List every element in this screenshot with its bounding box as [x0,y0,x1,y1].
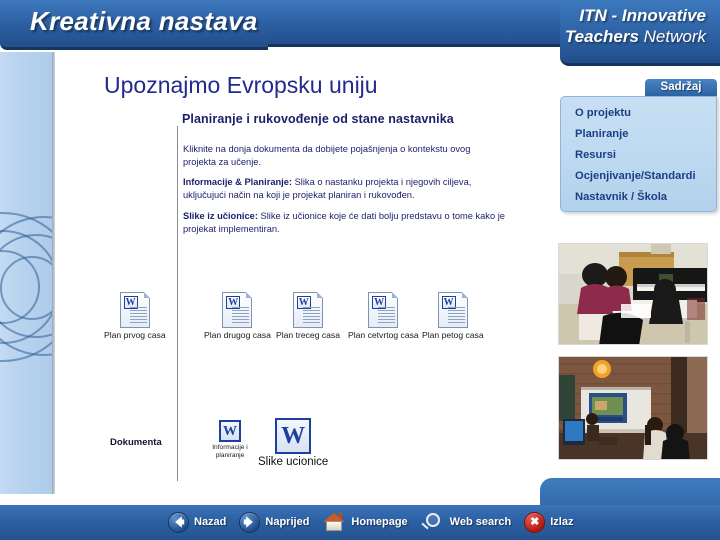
word-document-icon: W [293,292,323,328]
nav-label: Homepage [351,516,408,528]
paragraph-3-lead: Slike iz učionice: [183,211,258,221]
nav-naprijed[interactable]: Naprijed [239,511,317,533]
arrow-right-icon [239,511,261,533]
lesson-plan-document-5[interactable]: W Plan petog casa [422,292,484,340]
paragraph-2-lead: Informacije & Planiranje: [183,177,293,187]
itn-logo: ITN - Innovative Teachers Network [565,6,706,47]
lesson-plan-document-2[interactable]: W Plan drugog casa [204,292,271,340]
lesson-plan-document-1[interactable]: W Plan prvog casa [104,292,166,340]
page-subtitle: Planiranje i rukovođenje od stane nastav… [182,112,454,126]
sidebar-item-3[interactable]: Resursi [575,145,716,166]
document-slike-ucionice[interactable]: W Slike ucionice [258,418,328,468]
paragraph-intro: Kliknite na donja dokumenta da dobijete … [183,144,471,168]
sidebar-item-1[interactable]: O projektu [575,103,716,124]
photo-classroom-projector [558,356,708,460]
brand-title: Kreativna nastava [30,6,258,36]
lesson-plan-caption: Plan treceg casa [276,330,341,340]
lesson-plan-document-4[interactable]: W Plan cetvrtog casa [348,292,419,340]
document-large-caption: Slike ucionice [258,456,329,468]
sidebar-item-2[interactable]: Planiranje [575,124,716,145]
paragraph-informacije-planiranje: Informacije & Planiranje: Slika o nastan… [183,176,505,202]
magnifier-icon [421,512,445,532]
nav-izlaz[interactable]: ✖ Izlaz [524,511,581,533]
itn-logo-line2: Teachers Network [565,27,706,47]
nav-nazad[interactable]: Nazad [168,511,234,533]
band-edge-divider [52,52,55,512]
footer-navigation: Nazad Naprijed Homepage Web search ✖ Izlaz [168,509,581,535]
word-icon-large: W [275,418,312,454]
sidebar-tab-sadrzaj[interactable]: Sadržaj [645,79,717,96]
nav-web-search[interactable]: Web search [421,512,520,532]
itn-logo-teachers: Teachers [564,27,639,46]
sidebar-item-5[interactable]: Nastavnik / Škola [575,187,716,208]
lesson-plan-caption: Plan prvog casa [104,330,166,340]
nav-label: Web search [449,516,512,528]
lesson-plan-caption: Plan cetvrtog casa [348,330,419,340]
slide-canvas: Kreativna nastava ITN - Innovative Teach… [0,0,720,540]
word-document-icon: W [119,292,150,328]
page-title: Upoznajmo Evropsku uniju [104,72,378,98]
document-informacije-planiranje[interactable]: W Informacije i planiranje [197,420,263,460]
nav-label: Nazad [194,516,227,528]
lesson-plan-document-3[interactable]: W Plan treceg casa [276,292,340,340]
arrow-left-icon [168,511,189,533]
photo-students-planning [558,243,708,345]
lesson-plan-caption: Plan drugog casa [204,330,271,340]
word-document-icon: W [368,292,399,328]
photo-1-content [559,244,707,344]
photo-2-content [559,357,707,459]
nav-label: Naprijed [265,516,310,528]
documents-section-label: Dokumenta [110,437,162,448]
itn-logo-network: Network [643,27,706,46]
paragraph-slike-iz-ucionice: Slike iz učionice: Slike iz učionice koj… [183,210,505,236]
word-document-icon: W [222,292,253,328]
sidebar-menu-panel: O projektu Planiranje Resursi Ocjenjivanje/… [560,96,717,212]
lesson-plan-caption: Plan petog casa [422,330,484,340]
word-document-icon: W [437,292,468,328]
close-x-icon: ✖ [524,511,546,533]
left-decorative-band [0,52,52,512]
home-icon [322,512,346,532]
lesson-plan-documents-row: W Plan prvog casa W Plan drugog casa W Plan t… [104,292,514,354]
rings-ornament-icon [0,212,52,372]
nav-homepage[interactable]: Homepage [322,512,415,532]
nav-label: Izlaz [550,516,574,528]
document-small-caption: Informacije i planiranje [212,444,248,460]
word-icon-small: W [219,420,241,442]
sidebar-item-4[interactable]: Ocjenjivanje/Standardi [575,166,716,187]
itn-logo-line1: ITN - Innovative [579,6,706,25]
